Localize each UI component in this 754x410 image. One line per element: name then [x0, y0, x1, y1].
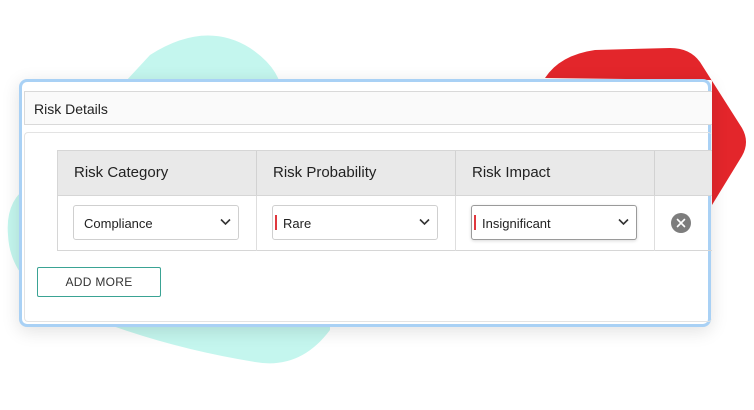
section-header: Risk Details [24, 91, 712, 125]
actions-cell [655, 196, 712, 251]
risk-impact-cell: Insignificant [456, 196, 655, 251]
column-header-actions [655, 151, 712, 195]
required-indicator [275, 215, 277, 230]
risk-impact-select[interactable]: Insignificant [471, 205, 637, 240]
risk-category-value: Compliance [84, 216, 153, 231]
risk-probability-select[interactable]: Rare [272, 205, 438, 240]
risk-details-card: Risk Details Risk Category Risk Probabil… [19, 79, 712, 327]
risk-category-cell: Compliance [58, 196, 257, 251]
chevron-down-icon [220, 218, 231, 226]
column-header-risk-impact: Risk Impact [456, 151, 655, 195]
column-header-risk-probability: Risk Probability [257, 151, 456, 195]
close-circle-icon [676, 218, 686, 228]
risk-category-select[interactable]: Compliance [73, 205, 239, 240]
add-more-button[interactable]: ADD MORE [37, 267, 161, 297]
remove-row-button[interactable] [671, 213, 691, 233]
section-body: Risk Category Risk Probability Risk Impa… [24, 132, 712, 322]
required-indicator [474, 215, 476, 230]
section-title: Risk Details [34, 101, 108, 117]
risk-probability-value: Rare [283, 216, 312, 231]
chevron-down-icon [419, 218, 430, 226]
risk-impact-value: Insignificant [482, 216, 551, 231]
risk-table: Risk Category Risk Probability Risk Impa… [57, 150, 712, 251]
risk-probability-cell: Rare [257, 196, 456, 251]
chevron-down-icon [618, 218, 629, 226]
column-header-risk-category: Risk Category [58, 151, 257, 195]
table-row: Compliance Rare Insignificant [58, 195, 712, 251]
